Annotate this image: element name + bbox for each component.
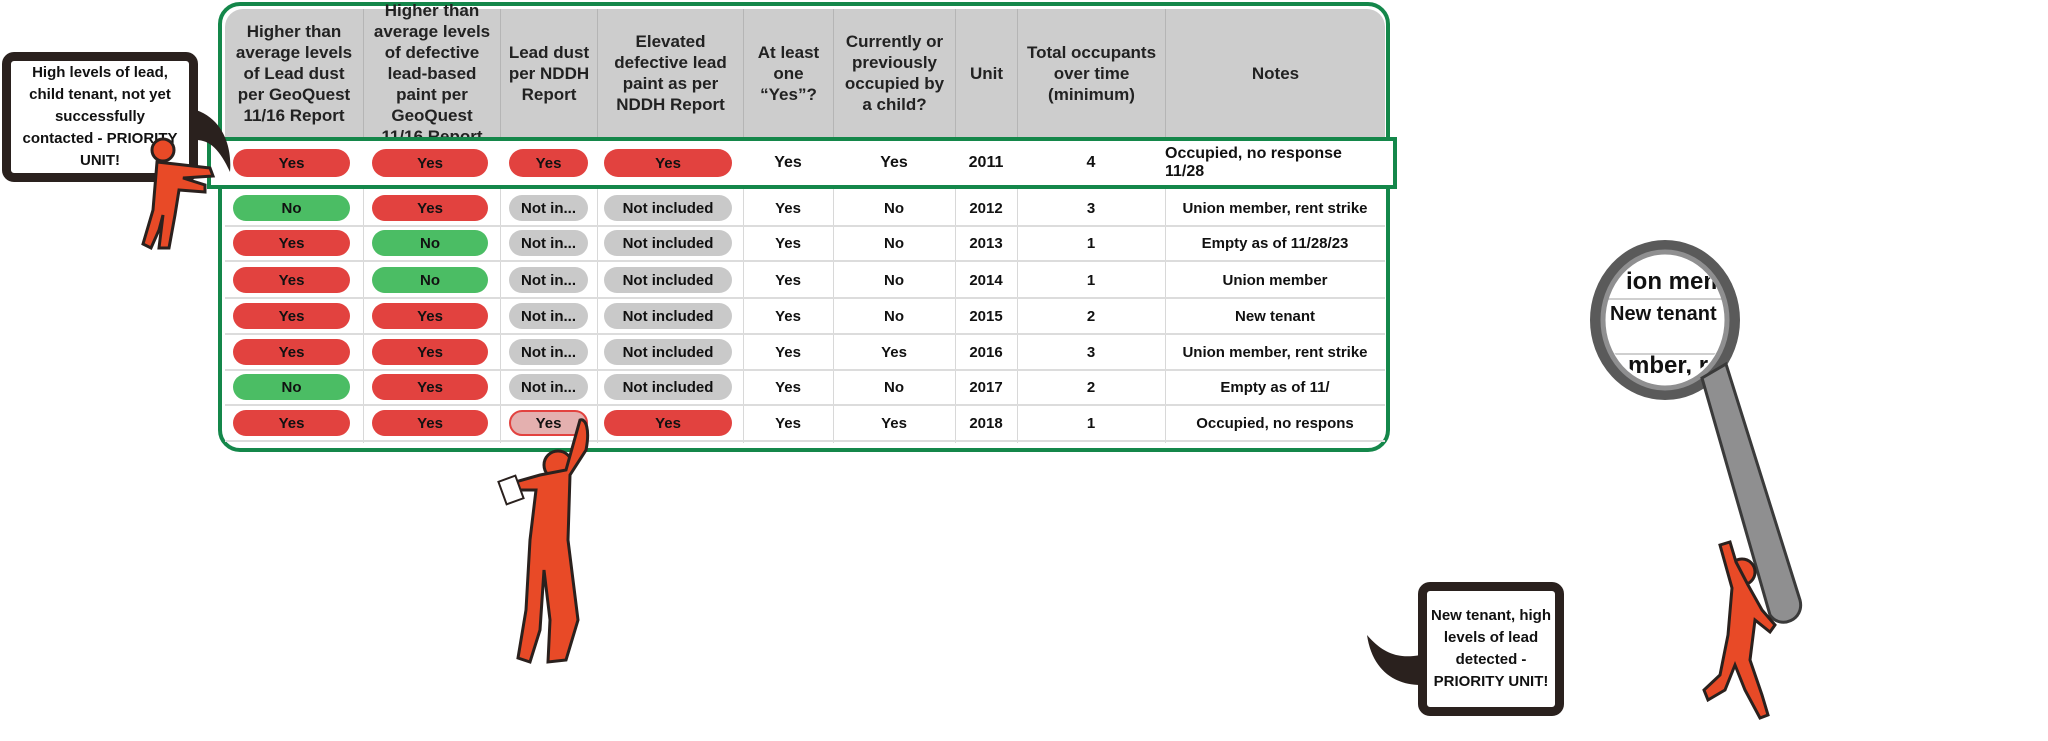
person-holding-magnifier-icon [1702,540,1777,720]
